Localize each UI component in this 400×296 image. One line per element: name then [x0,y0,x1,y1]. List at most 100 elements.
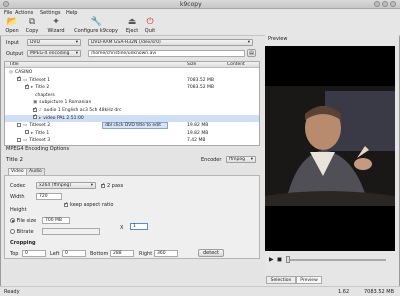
tree-checkbox[interactable] [17,75,21,82]
width-input[interactable]: 720 [36,193,62,200]
copy-label: Copy [25,28,39,34]
configure-button[interactable]: 🔧 Configure k9copy [72,17,120,34]
tree-checkbox[interactable] [25,83,29,90]
tree-checkbox[interactable] [33,106,37,113]
maximize-icon[interactable] [382,1,388,7]
seek-slider[interactable] [286,259,386,261]
dvd-tree-view[interactable]: Title Size Content ◎CASINO ▭ Titleset 1 708… [4,61,260,146]
tree-row-size: 19.82 MB [187,123,209,129]
crop-top-label: Top [10,251,19,257]
tree-checkbox[interactable] [33,113,37,120]
tree-checkbox[interactable] [17,122,21,127]
encoder-value: ffmpeg [229,157,245,162]
seek-handle[interactable] [286,256,290,263]
column-size[interactable]: Size [187,62,196,67]
tree-row-label: Titleset 3 [29,138,51,144]
input-device-value: DVD-RAM GSA-H32N (/dev/sr0) [91,40,161,45]
preview-title: Preview [268,36,288,42]
tree-row-label: Titleset 1 [29,77,51,83]
file-size-radio[interactable]: File size [10,218,36,224]
output-path-input[interactable]: /home/christine/unknown.avi [88,50,245,57]
file-size-input[interactable]: 700 MB [42,217,70,224]
window-title: k9copy [180,1,202,8]
input-label: Input [6,40,19,46]
tree-row-size: 7083.52 MB [187,85,215,91]
minimize-icon[interactable] [374,1,380,7]
tree-row-label: video PAL 2.51:00 [43,115,84,121]
crop-top-input[interactable]: 0 [22,250,46,257]
eject-icon: ⏏ [127,17,137,27]
tree-row-size: 19.82 MB [187,130,209,136]
tree-checkbox[interactable] [25,130,29,135]
tree-row[interactable]: ◎ CASINO [5,69,259,76]
copy-icon: ⧉ [28,17,36,27]
bitrate-radio[interactable]: Bitrate [10,229,34,235]
tree-row-label: Title 1 [35,130,50,136]
detect-button[interactable]: detect [198,249,224,257]
output-format-select[interactable]: MPEG-4 encoding ▾ [27,50,81,57]
codec-select[interactable]: x264 (ffmpeg) ▾ [36,182,96,189]
tooltip: dbl click DVD title to edit [102,122,168,129]
audio-icon: ♪ [39,108,42,113]
column-title[interactable]: Title [9,62,19,67]
two-pass-checkbox[interactable]: 2 pass [101,182,124,189]
tree-checkbox[interactable] [17,137,21,142]
play-icon[interactable]: ▶ [269,256,274,263]
browse-button[interactable]: ▤ [247,49,256,57]
menu-bar: File Actions Settings Help [0,9,400,16]
keep-aspect-checkbox[interactable]: keep aspect ratio [64,201,113,208]
codec-label: Codec [10,183,26,189]
x-label: X [120,225,124,231]
crop-bottom-input[interactable]: 288 [110,250,134,257]
playback-controls: ▶ ◼ [266,256,396,264]
wizard-button[interactable]: ✦ Wizard [46,17,66,34]
tree-row[interactable]: ▭ Titleset 3 7.42 MB [5,137,259,144]
eject-label: Eject [125,28,139,34]
tree-row[interactable]: ▣ subpicture 1 Romanian [5,99,259,106]
tree-row[interactable]: ▭Titleset 17083.52 MB [5,75,259,84]
tab-preview[interactable]: Preview [296,276,322,284]
video-icon: ▸ [39,115,42,121]
x-input[interactable]: 1 [130,223,148,230]
tree-row[interactable]: ▸video PAL 2.51:00 [5,113,259,122]
cropping-label: Cropping [10,240,36,246]
output-label: Output [6,51,24,57]
eject-button[interactable]: ⏏ Eject [124,17,140,34]
width-label: Width [10,194,25,200]
encoder-label: Encoder [201,157,222,163]
tree-row-label: audio 1 English ac3 5ch 48kHz drc [43,108,122,113]
quit-icon: ⏻ [146,17,154,27]
tree-row[interactable]: chapters [5,92,259,99]
file-size-label: File size [16,218,37,224]
configure-icon: 🔧 [90,17,102,27]
tree-row[interactable]: ▸ Title 1 19.82 MB [5,130,259,137]
crop-right-input[interactable]: 360 [154,250,178,257]
tab-video[interactable]: Video [8,168,27,175]
video-preview [265,46,395,251]
copy-button[interactable]: ⧉ Copy [24,17,40,34]
folder-icon: ▭ [23,138,28,144]
quit-button[interactable]: ⏻ Quit [143,17,157,34]
crop-left-input[interactable]: 0 [62,250,86,257]
tab-selection[interactable]: Selection [266,276,296,284]
tree-row[interactable]: ▸Title 2 7083.52 MB [5,83,259,91]
tree-row[interactable]: ♪audio 1 English ac3 5ch 48kHz drc [5,106,259,114]
input-type-select[interactable]: DVD ▾ [27,39,81,46]
tree-header: Title Size Content [5,62,259,68]
two-pass-label: 2 pass [107,183,124,189]
column-content[interactable]: Content [227,62,245,67]
status-ratio: 1.62 [338,289,350,295]
chevron-down-icon: ▾ [75,51,78,56]
encoder-select[interactable]: ffmpeg ▾ [226,156,256,163]
open-button[interactable]: 📂 Open [4,17,20,34]
stop-icon[interactable]: ◼ [277,256,282,263]
tab-audio[interactable]: Audio [26,168,45,175]
close-icon[interactable] [390,1,396,7]
status-size: 7083.52 MB [364,289,395,295]
input-device-select[interactable]: DVD-RAM GSA-H32N (/dev/sr0) ▾ [88,39,253,46]
window-menu-icon[interactable] [3,1,9,7]
bitrate-input[interactable] [42,228,100,235]
chevron-down-icon: ▾ [250,157,253,162]
chevron-down-icon: ▾ [75,40,78,45]
radio-icon [10,218,15,223]
